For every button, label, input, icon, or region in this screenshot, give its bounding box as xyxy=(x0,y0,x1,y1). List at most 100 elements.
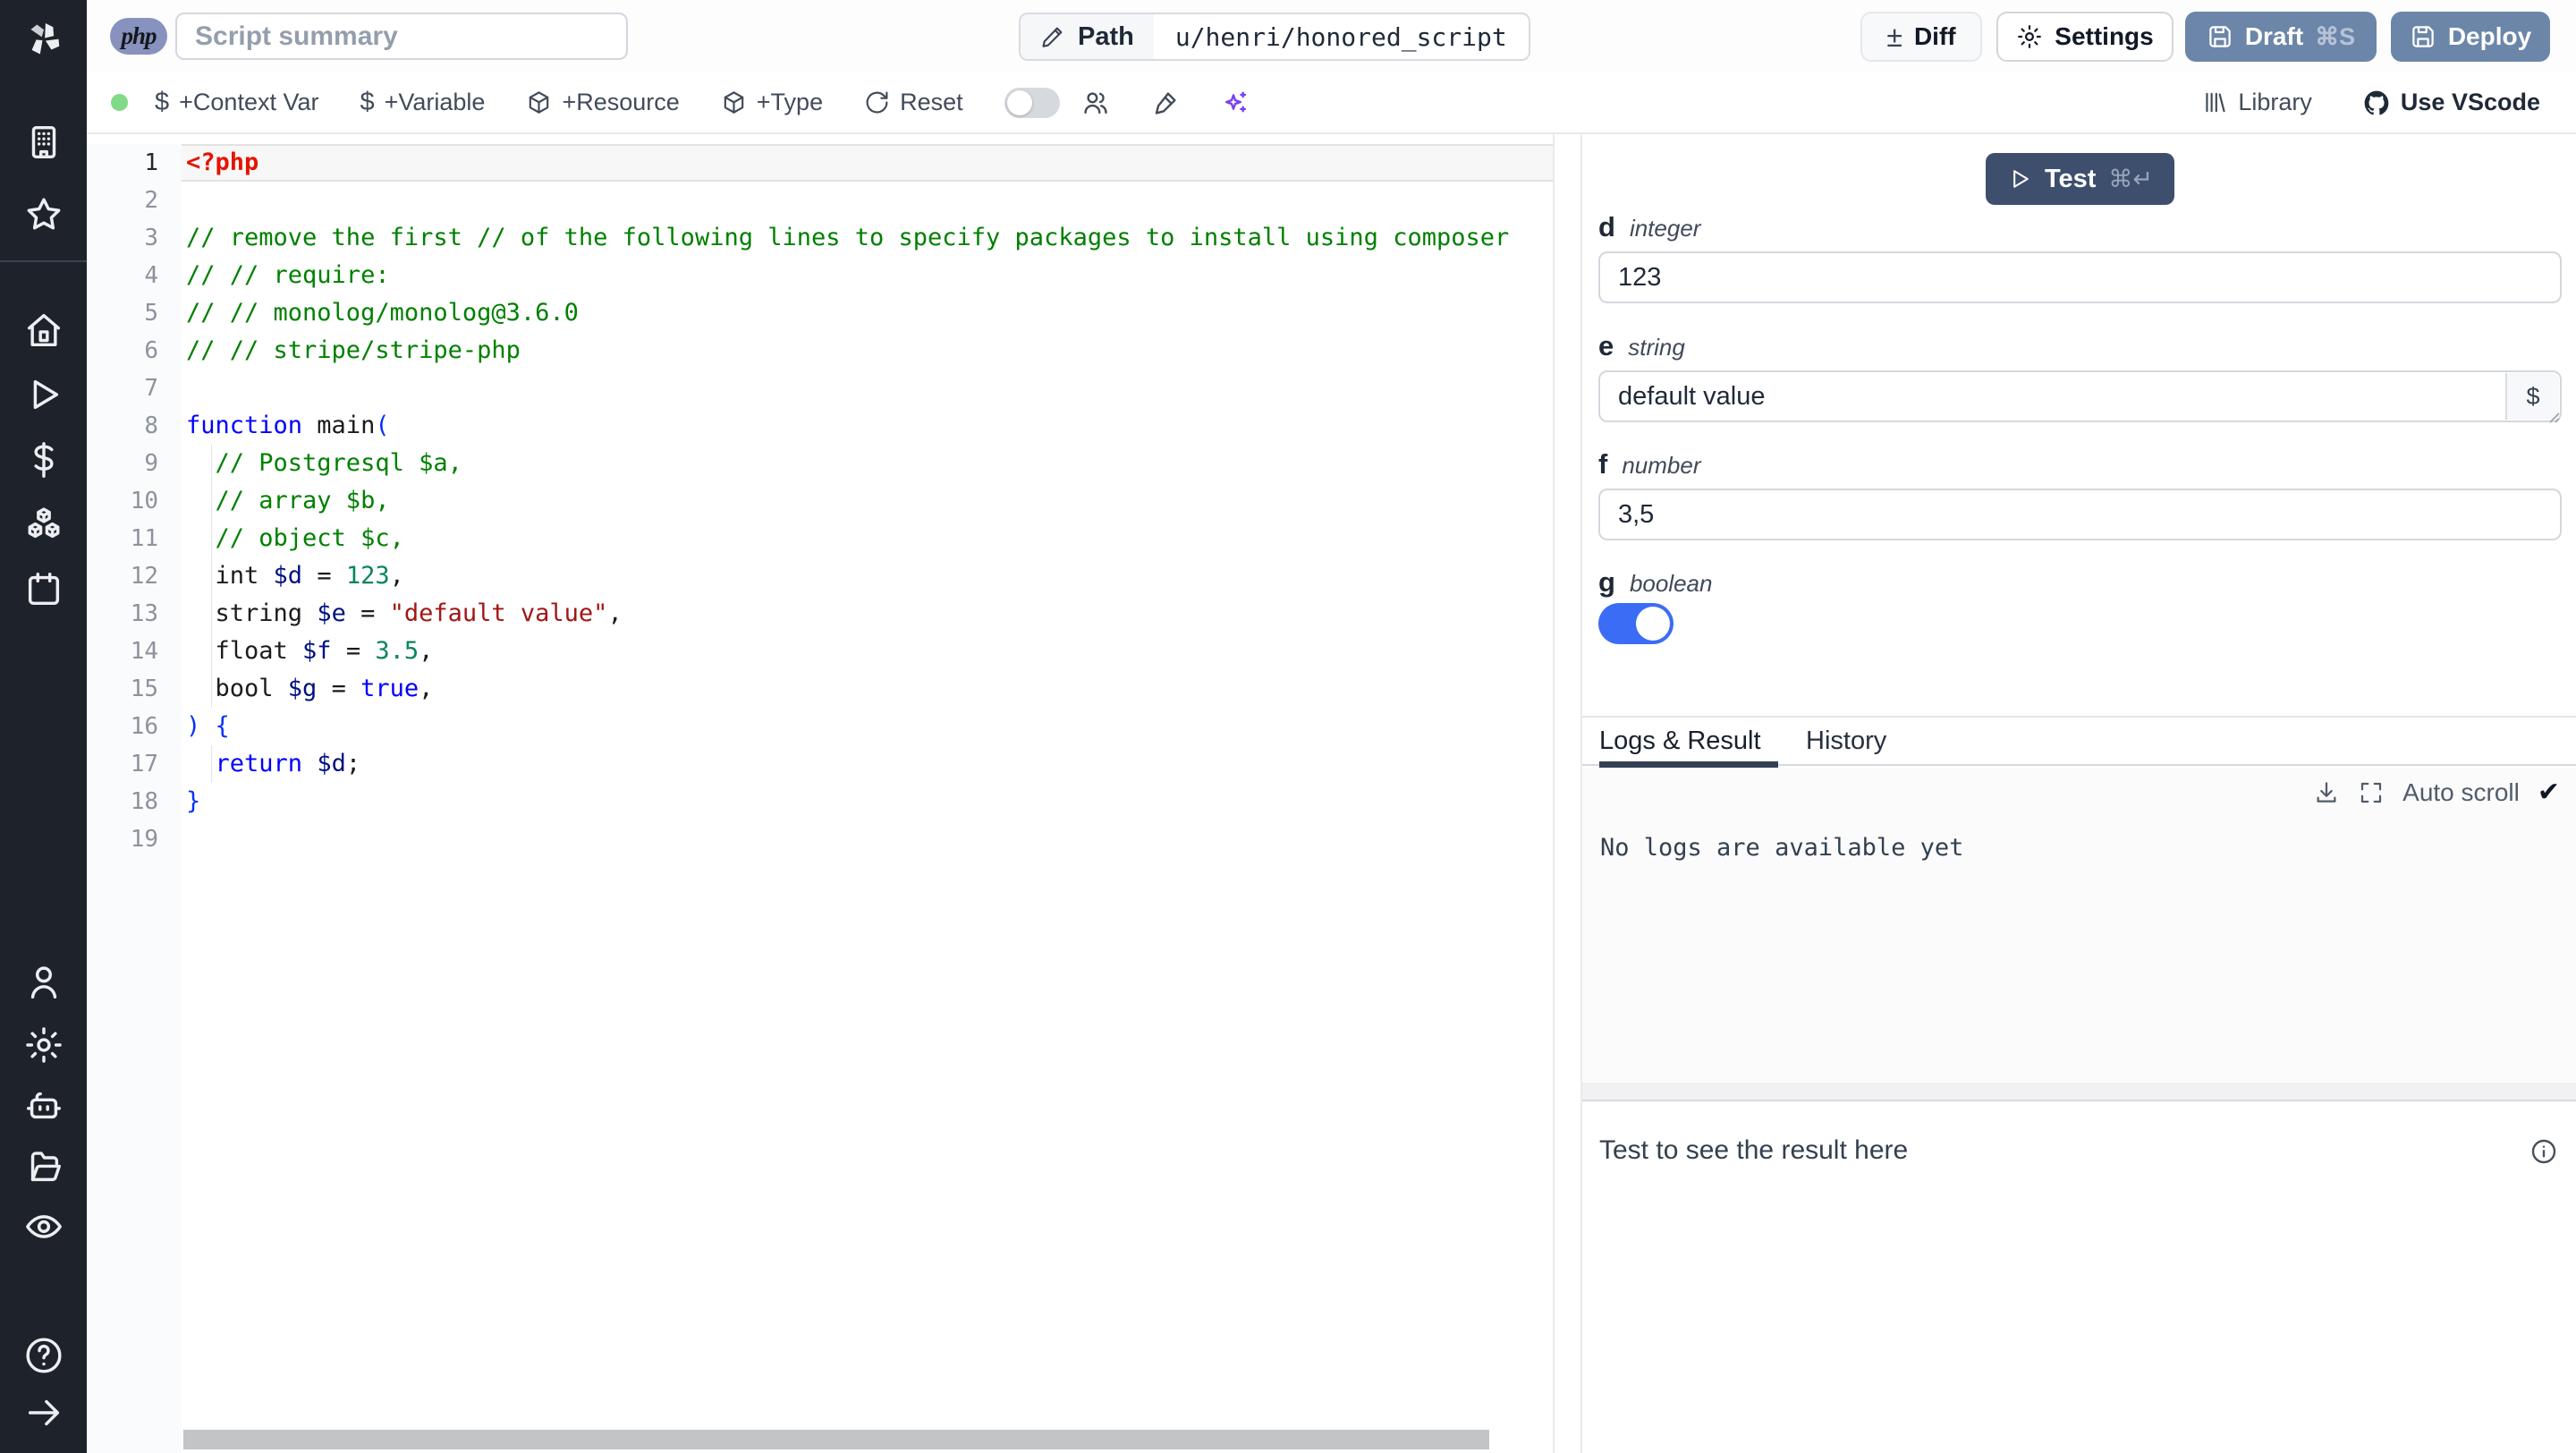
expand-icon[interactable] xyxy=(2358,779,2385,806)
line-number: 15 xyxy=(130,676,158,702)
field-input-d[interactable] xyxy=(1598,251,2562,303)
code-line[interactable] xyxy=(182,182,1553,219)
code-line[interactable]: // remove the first // of the following … xyxy=(182,219,1553,257)
resize-handle[interactable] xyxy=(2545,408,2561,424)
code-line[interactable]: bool $g = true, xyxy=(182,670,1553,708)
code-line[interactable]: string $e = "default value", xyxy=(182,595,1553,633)
line-number: 5 xyxy=(144,300,158,327)
indent-guide xyxy=(211,633,212,670)
toggle-knob xyxy=(1006,89,1032,115)
test-label: Test xyxy=(2044,164,2097,193)
line-number: 16 xyxy=(130,713,158,740)
code-line[interactable]: int $d = 123, xyxy=(182,557,1553,595)
add-variable-button[interactable]: $ +Variable xyxy=(360,88,485,117)
field-type: boolean xyxy=(1629,570,1713,597)
folders-icon[interactable] xyxy=(23,1146,64,1187)
add-resource-button[interactable]: +Resource xyxy=(526,89,680,116)
code-line[interactable]: // // monolog/monolog@3.6.0 xyxy=(182,294,1553,332)
code-line[interactable]: <?php xyxy=(182,144,1553,182)
reset-button[interactable]: Reset xyxy=(864,89,963,116)
add-context-var-label: +Context Var xyxy=(179,89,319,115)
code-line[interactable]: float $f = 3.5, xyxy=(182,633,1553,670)
code-line[interactable] xyxy=(182,820,1553,858)
indent-guide xyxy=(211,557,212,595)
dollar-icon: $ xyxy=(155,88,170,116)
schedules-calendar-icon[interactable] xyxy=(23,568,64,609)
favorites-star-icon[interactable] xyxy=(23,194,64,235)
user-icon[interactable] xyxy=(23,962,64,1003)
code-lines[interactable]: <?php // remove the first // of the follo… xyxy=(182,144,1553,1453)
add-resource-label: +Resource xyxy=(562,89,680,115)
format-brush-icon[interactable] xyxy=(1151,89,1180,117)
sidebar xyxy=(0,0,87,1453)
draft-label: Draft xyxy=(2244,22,2304,50)
home-icon[interactable] xyxy=(23,310,64,351)
result-splitter[interactable] xyxy=(1582,1083,2576,1101)
code-line[interactable]: // // stripe/stripe-php xyxy=(182,332,1553,370)
help-icon[interactable] xyxy=(23,1335,64,1376)
horizontal-scrollbar[interactable] xyxy=(183,1430,1489,1449)
use-vscode-label: Use VScode xyxy=(2400,89,2540,115)
line-number: 10 xyxy=(130,488,158,514)
code-line[interactable]: return $d; xyxy=(182,745,1553,783)
test-button[interactable]: Test ⌘↵ xyxy=(1986,153,2174,205)
play-icon xyxy=(2013,170,2029,188)
code-line[interactable]: } xyxy=(182,783,1553,820)
tab-logs-result[interactable]: Logs & Result xyxy=(1599,718,1761,764)
indent-guide xyxy=(211,445,212,482)
workers-robot-icon[interactable] xyxy=(23,1085,64,1126)
line-number: 1 xyxy=(144,149,158,176)
code-line[interactable] xyxy=(182,370,1553,407)
runs-play-icon[interactable] xyxy=(23,374,64,415)
field-name: d xyxy=(1598,211,1615,242)
expand-sidebar-arrow-icon[interactable] xyxy=(23,1392,64,1433)
diff-button[interactable]: ± Diff xyxy=(1860,12,1982,62)
code-line[interactable]: // object $c, xyxy=(182,520,1553,557)
line-number: 13 xyxy=(130,600,158,627)
sidebar-divider xyxy=(0,260,87,262)
resources-cubes-icon[interactable] xyxy=(23,504,64,545)
package-icon xyxy=(530,91,549,114)
field-name: f xyxy=(1598,448,1608,480)
toggle-knob xyxy=(1636,607,1670,641)
deploy-button[interactable]: Deploy xyxy=(2391,12,2550,62)
pencil-icon xyxy=(1042,27,1063,47)
result-panel: Test to see the result here xyxy=(1582,1103,2576,1453)
code-line[interactable]: // Postgresql $a, xyxy=(182,445,1553,482)
settings-button[interactable]: Settings xyxy=(1996,12,2174,62)
field-input-e[interactable] xyxy=(1598,370,2562,422)
windmill-logo-icon[interactable] xyxy=(23,19,64,60)
field-input-f[interactable] xyxy=(1598,489,2562,540)
autoscroll-label: Auto scroll xyxy=(2402,777,2520,806)
autoscroll-checkmark[interactable]: ✔ xyxy=(2538,777,2560,808)
library-button[interactable]: Library xyxy=(2202,89,2312,116)
info-icon[interactable] xyxy=(2529,1137,2558,1166)
code-line[interactable]: // // require: xyxy=(182,257,1553,294)
gear-icon xyxy=(2018,25,2042,48)
draft-button[interactable]: Draft ⌘S xyxy=(2185,12,2377,62)
settings-gear-icon[interactable] xyxy=(23,1024,64,1066)
indent-guide xyxy=(211,520,212,557)
add-context-var-button[interactable]: $ +Context Var xyxy=(155,88,318,117)
use-vscode-button[interactable]: Use VScode xyxy=(2362,89,2540,117)
status-dot xyxy=(111,94,128,111)
code-line[interactable]: // array $b, xyxy=(182,482,1553,520)
field-input-e-wrap: $ xyxy=(1598,370,2562,424)
tab-history[interactable]: History xyxy=(1806,718,1886,764)
multiplayer-users-icon[interactable] xyxy=(1081,89,1110,117)
path-box[interactable]: Path u/henri/honored_script xyxy=(1019,13,1530,61)
logs-toolbar: Auto scroll ✔ xyxy=(2313,777,2560,808)
code-editor[interactable]: 1 2 3 4 5 6 7 8 9 10 11 12 13 14 15 16 17 18 19 <?php// re… xyxy=(87,134,1555,1453)
ai-sparkles-icon[interactable] xyxy=(1221,89,1250,117)
download-icon[interactable] xyxy=(2313,779,2340,806)
diff-mode-toggle[interactable] xyxy=(1004,87,1060,118)
code-line[interactable]: ) { xyxy=(182,708,1553,745)
line-number: 9 xyxy=(144,450,158,477)
audit-logs-eye-icon[interactable] xyxy=(23,1206,64,1247)
workspace-building-icon[interactable] xyxy=(23,122,64,163)
code-line[interactable]: function main( xyxy=(182,407,1553,445)
summary-input[interactable] xyxy=(175,13,628,60)
add-type-button[interactable]: +Type xyxy=(721,89,823,116)
field-toggle-g[interactable] xyxy=(1598,603,1674,644)
variables-dollar-icon[interactable] xyxy=(23,439,64,480)
